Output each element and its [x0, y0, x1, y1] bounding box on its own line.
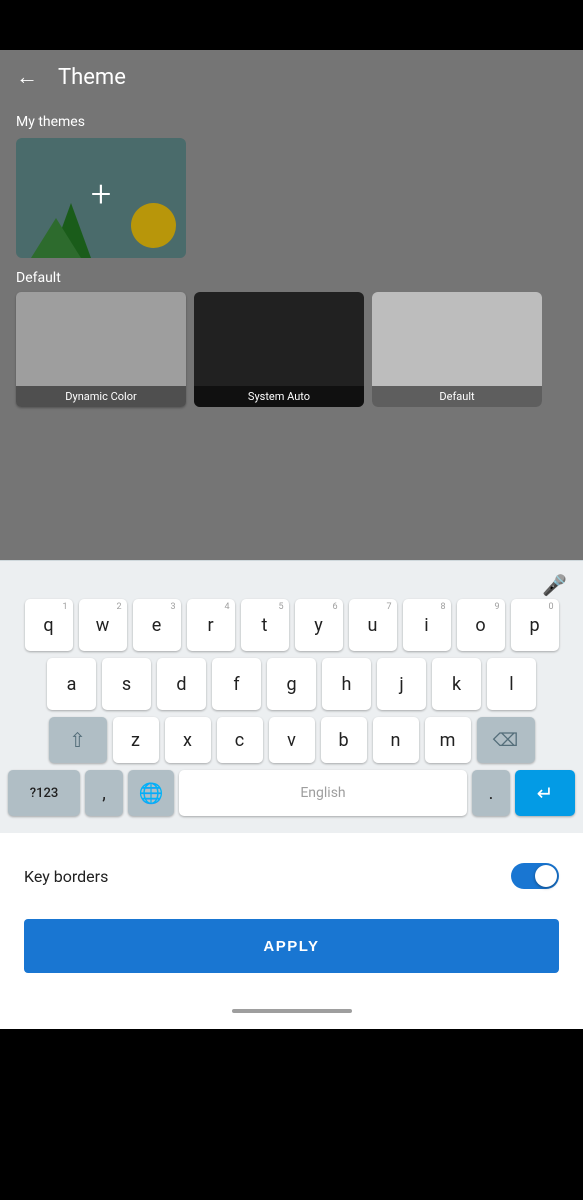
key-h[interactable]: h	[322, 658, 371, 710]
key-j[interactable]: j	[377, 658, 426, 710]
my-themes-label: My themes	[0, 104, 583, 138]
keyboard-row-3: ⇧ z x c v b n m ⌫	[4, 717, 579, 763]
default-themes-row: ✓ Dynamic Color System Auto Default	[0, 292, 583, 407]
key-i[interactable]: 8i	[403, 599, 451, 651]
key-v[interactable]: v	[269, 717, 315, 763]
key-p[interactable]: 0p	[511, 599, 559, 651]
mic-button[interactable]: 🎤	[542, 573, 567, 597]
shift-key[interactable]: ⇧	[49, 717, 107, 763]
key-f[interactable]: f	[212, 658, 261, 710]
default-label: Default	[0, 258, 583, 292]
system-auto-card[interactable]: System Auto	[194, 292, 364, 407]
key-borders-row: Key borders	[24, 853, 559, 899]
status-bar	[0, 0, 583, 50]
toggle-thumb	[535, 865, 557, 887]
key-x[interactable]: x	[165, 717, 211, 763]
key-n[interactable]: n	[373, 717, 419, 763]
page-title: Theme	[58, 65, 126, 90]
key-c[interactable]: c	[217, 717, 263, 763]
key-e[interactable]: 3e	[133, 599, 181, 651]
backspace-key[interactable]: ⌫	[477, 717, 535, 763]
app-area: ← Theme My themes + Default ✓ Dynamic Co…	[0, 50, 583, 560]
key-t[interactable]: 5t	[241, 599, 289, 651]
enter-key[interactable]: ↵	[515, 770, 575, 816]
apply-button[interactable]: APPLY	[24, 919, 559, 973]
mic-row: 🎤	[4, 569, 579, 599]
key-k[interactable]: k	[432, 658, 481, 710]
space-key[interactable]: English	[179, 770, 467, 816]
back-button[interactable]: ←	[16, 64, 38, 90]
default-theme-label: Default	[372, 386, 542, 407]
key-o[interactable]: 9o	[457, 599, 505, 651]
home-bar	[232, 1009, 352, 1013]
keyboard-row-4: ?123 , 🌐 English . ↵	[4, 770, 579, 816]
add-theme-card[interactable]: +	[16, 138, 186, 258]
keyboard-row-2: a s d f g h j k l	[4, 658, 579, 710]
key-s[interactable]: s	[102, 658, 151, 710]
key-w[interactable]: 2w	[79, 599, 127, 651]
system-auto-label: System Auto	[194, 386, 364, 407]
key-m[interactable]: m	[425, 717, 471, 763]
key-b[interactable]: b	[321, 717, 367, 763]
key-u[interactable]: 7u	[349, 599, 397, 651]
key-y[interactable]: 6y	[295, 599, 343, 651]
add-theme-icon: +	[91, 173, 111, 215]
period-key[interactable]: .	[472, 770, 510, 816]
keyboard-row-1: 1q 2w 3e 4r 5t 6y 7u 8i 9o 0p	[4, 599, 579, 651]
selected-checkmark: ✓	[88, 332, 113, 367]
header: ← Theme	[0, 50, 583, 104]
key-r[interactable]: 4r	[187, 599, 235, 651]
key-d[interactable]: d	[157, 658, 206, 710]
key-g[interactable]: g	[267, 658, 316, 710]
key-l[interactable]: l	[487, 658, 536, 710]
dynamic-color-card[interactable]: ✓ Dynamic Color	[16, 292, 186, 407]
num-sym-key[interactable]: ?123	[8, 770, 80, 816]
key-borders-label: Key borders	[24, 867, 108, 886]
key-q[interactable]: 1q	[25, 599, 73, 651]
key-borders-toggle[interactable]	[511, 863, 559, 889]
my-themes-row: +	[0, 138, 583, 258]
key-z[interactable]: z	[113, 717, 159, 763]
default-theme-card[interactable]: Default	[372, 292, 542, 407]
globe-key[interactable]: 🌐	[128, 770, 174, 816]
comma-key[interactable]: ,	[85, 770, 123, 816]
home-indicator	[0, 993, 583, 1029]
key-a[interactable]: a	[47, 658, 96, 710]
bottom-section: Key borders APPLY	[0, 833, 583, 993]
keyboard: 🎤 1q 2w 3e 4r 5t 6y 7u 8i 9o 0p	[0, 560, 583, 833]
dynamic-color-label: Dynamic Color	[16, 386, 186, 407]
